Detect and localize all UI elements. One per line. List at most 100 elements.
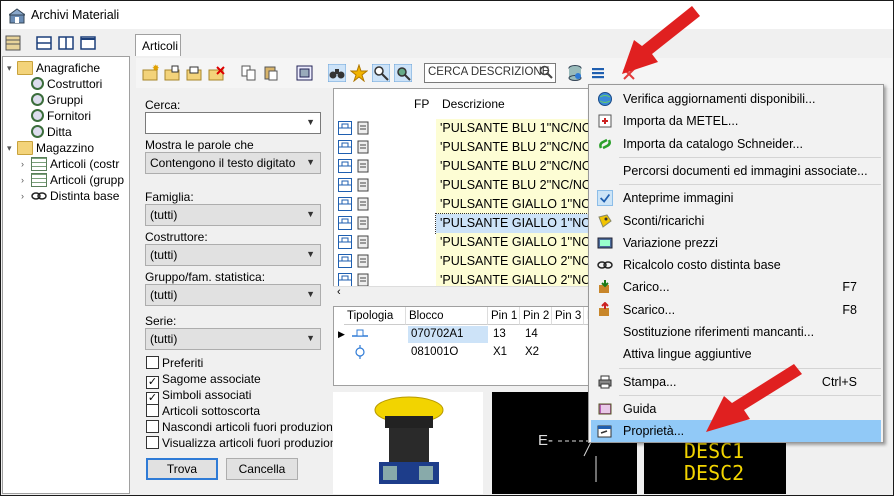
layout-single-icon[interactable] xyxy=(80,35,96,51)
search-input[interactable]: CERCA DESCRIZIONE xyxy=(424,63,556,83)
checkbox-box[interactable] xyxy=(146,404,159,417)
menu-item[interactable]: Scarico... F8 xyxy=(591,299,881,321)
checkbox-sagome[interactable]: ✓ Sagome associate xyxy=(146,372,261,389)
tree-item-costruttori[interactable]: Costruttori xyxy=(31,76,102,92)
menu-item[interactable]: Carico... F7 xyxy=(591,276,881,298)
zoom-icon[interactable] xyxy=(372,64,390,82)
checkbox-box[interactable] xyxy=(146,420,159,433)
cell-descrizione[interactable]: 'PULSANTE BLU 2''NC/NO'' xyxy=(436,176,590,195)
copy-folder-icon[interactable] xyxy=(186,64,204,82)
cell-descrizione[interactable]: 'PULSANTE BLU 2''NC/NO'' xyxy=(436,138,590,157)
checkbox-box[interactable] xyxy=(146,436,159,449)
tree-item-articoli-costruttori[interactable]: › Articoli (costr xyxy=(21,156,119,172)
menu-item[interactable]: Anteprime immagini xyxy=(591,187,881,209)
header-blocco[interactable]: Blocco xyxy=(406,307,488,325)
tree-item-magazzino[interactable]: ▾ Magazzino xyxy=(7,140,94,156)
paste-icon[interactable] xyxy=(262,64,280,82)
header-fp[interactable]: FP xyxy=(414,97,429,111)
checkbox-nascondi[interactable]: Nascondi articoli fuori produzione xyxy=(146,420,339,434)
menu-item[interactable]: Variazione prezzi xyxy=(591,232,881,254)
checkbox-preferiti[interactable]: Preferiti xyxy=(146,356,203,370)
tree-item-articoli-gruppi[interactable]: › Articoli (grupp xyxy=(21,172,124,188)
table-row[interactable]: 'PULSANTE BLU 1''NC/NO'' xyxy=(334,119,590,138)
checkbox-sottoscorta[interactable]: Articoli sottoscorta xyxy=(146,404,260,418)
tree-item-ditta[interactable]: Ditta xyxy=(31,124,72,140)
cell-descrizione[interactable]: 'PULSANTE BLU 2''NC/NO'' xyxy=(436,157,590,176)
search-icon[interactable] xyxy=(539,65,553,79)
chevron-down-icon[interactable]: ▼ xyxy=(306,289,315,299)
table-row[interactable]: 'PULSANTE GIALLO 1''NC/N xyxy=(334,233,590,252)
cell-descrizione[interactable]: 'PULSANTE GIALLO 1''NC/N xyxy=(436,233,590,252)
cell-pin1[interactable]: X1 xyxy=(490,344,507,361)
cell-descrizione[interactable]: 'PULSANTE BLU 1''NC/NO'' xyxy=(436,119,590,138)
gruppo-select[interactable]: (tutti) ▼ xyxy=(145,284,321,306)
delete-folder-icon[interactable] xyxy=(208,64,226,82)
menu-item[interactable]: Sostituzione riferimenti mancanti... xyxy=(591,321,881,343)
tree-expander[interactable]: ▾ xyxy=(7,140,17,156)
header-pin2[interactable]: Pin 2 xyxy=(520,307,552,325)
chevron-down-icon[interactable]: ▼ xyxy=(306,157,315,167)
tree-item-gruppi[interactable]: Gruppi xyxy=(31,92,83,108)
header-pin1[interactable]: Pin 1 xyxy=(488,307,520,325)
tree-expander[interactable]: › xyxy=(21,156,31,172)
chevron-left-icon[interactable]: ‹ xyxy=(337,286,341,298)
new-folder-icon[interactable]: ✸ xyxy=(142,64,160,82)
edit-folder-icon[interactable] xyxy=(164,64,182,82)
checkbox-simboli[interactable]: ✓ Simboli associati xyxy=(146,388,251,405)
menu-item[interactable]: Importa da METEL... xyxy=(591,110,881,132)
export-icon[interactable] xyxy=(296,64,314,82)
table-row[interactable]: 'PULSANTE BLU 2''NC/NO'' xyxy=(334,157,590,176)
cancella-button[interactable]: Cancella xyxy=(226,458,298,480)
costruttore-select[interactable]: (tutti) ▼ xyxy=(145,244,321,266)
parole-select[interactable]: Contengono il testo digitato ▼ xyxy=(145,152,321,174)
star-icon[interactable] xyxy=(350,64,368,82)
chevron-down-icon[interactable]: ▼ xyxy=(306,249,315,259)
cell-descrizione[interactable]: 'PULSANTE GIALLO 1''NC/N xyxy=(435,213,590,234)
cerca-input[interactable]: ▼ xyxy=(145,112,321,134)
famiglia-select[interactable]: (tutti) ▼ xyxy=(145,204,321,226)
horizontal-scrollbar[interactable]: ‹ xyxy=(333,286,591,300)
chevron-down-icon[interactable]: ▼ xyxy=(306,209,315,219)
menu-item[interactable]: Verifica aggiornamenti disponibili... xyxy=(591,88,881,110)
binoculars-icon[interactable] xyxy=(328,64,346,82)
checkbox-box[interactable] xyxy=(146,356,159,369)
tab-articoli[interactable]: Articoli xyxy=(135,34,181,56)
tree-item-distinta-base[interactable]: › Distinta base xyxy=(21,188,119,204)
header-tipologia[interactable]: Tipologia xyxy=(344,307,406,325)
table-row[interactable]: 'PULSANTE GIALLO 1''NC/N xyxy=(334,213,590,234)
cell-pin2[interactable]: X2 xyxy=(522,344,539,361)
cell-pin1[interactable]: 13 xyxy=(490,326,506,343)
zoom-fit-icon[interactable] xyxy=(394,64,412,82)
cell-blocco[interactable]: 081001O xyxy=(408,344,458,361)
chevron-down-icon[interactable]: ▼ xyxy=(306,333,315,343)
cell-pin2[interactable]: 14 xyxy=(522,326,538,343)
table-row[interactable]: 'PULSANTE BLU 2''NC/NO'' xyxy=(334,176,590,195)
menu-icon[interactable] xyxy=(589,64,607,82)
tree-item-fornitori[interactable]: Fornitori xyxy=(31,108,91,124)
database-icon[interactable] xyxy=(566,64,584,82)
menu-item[interactable]: Sconti/ricarichi xyxy=(591,210,881,232)
cell-blocco[interactable]: 070702A1 xyxy=(408,326,488,343)
header-pin3[interactable]: Pin 3 xyxy=(552,307,584,325)
table-row[interactable]: 'PULSANTE GIALLO 2''NC/N xyxy=(334,252,590,271)
chevron-down-icon[interactable]: ▼ xyxy=(306,117,315,127)
table-row[interactable]: 'PULSANTE BLU 2''NC/NO'' xyxy=(334,138,590,157)
checkbox-visualizza[interactable]: Visualizza articoli fuori produzione xyxy=(146,436,343,450)
layout-vertical-icon[interactable] xyxy=(58,35,74,51)
menu-item[interactable]: Ricalcolo costo distinta base xyxy=(591,254,881,276)
menu-item[interactable]: Importa da catalogo Schneider... xyxy=(591,133,881,155)
copy-icon[interactable] xyxy=(240,64,258,82)
tree-expander[interactable]: ▾ xyxy=(7,60,17,76)
tree-expander[interactable]: › xyxy=(21,172,31,188)
tree-expander[interactable]: › xyxy=(21,188,31,204)
layout-horizontal-icon[interactable] xyxy=(36,35,52,51)
menu-item[interactable]: Percorsi documenti ed immagini associate… xyxy=(591,160,881,182)
tree-item-anagrafiche[interactable]: ▾ Anagrafiche xyxy=(7,60,100,76)
panel-icon[interactable] xyxy=(5,35,21,51)
table-row[interactable]: 'PULSANTE GIALLO 1''NC/N xyxy=(334,195,590,214)
trova-button[interactable]: Trova xyxy=(146,458,218,480)
header-descrizione[interactable]: Descrizione xyxy=(442,97,505,111)
cell-descrizione[interactable]: 'PULSANTE GIALLO 2''NC/N xyxy=(436,252,590,271)
cell-descrizione[interactable]: 'PULSANTE GIALLO 1''NC/N xyxy=(436,195,590,214)
serie-select[interactable]: (tutti) ▼ xyxy=(145,328,321,350)
